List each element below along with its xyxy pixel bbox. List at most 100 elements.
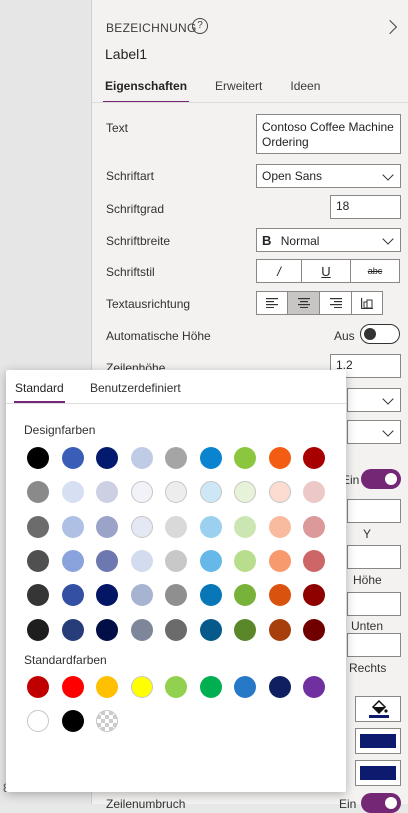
color-swatch[interactable] [268,549,291,572]
color-swatch[interactable] [96,481,118,504]
color-swatch[interactable] [61,549,84,572]
color-swatch[interactable] [303,676,325,698]
color-swatch[interactable] [199,618,222,641]
color-swatch[interactable] [165,481,187,504]
color-swatch[interactable] [165,618,187,641]
color-swatch[interactable] [303,618,325,641]
color-swatch[interactable] [268,584,291,607]
color-swatch[interactable] [61,481,84,504]
color-swatch[interactable] [96,710,118,732]
align-right-button[interactable] [319,291,352,315]
color-swatch[interactable] [165,447,187,469]
color-swatch[interactable] [268,447,291,469]
color-swatch[interactable] [27,481,49,504]
color-swatch[interactable] [234,447,256,469]
chevron-right-icon[interactable] [382,19,398,35]
italic-button[interactable]: / [256,259,302,283]
color-swatch[interactable] [234,481,256,504]
height-input[interactable] [347,545,401,569]
wrap-toggle[interactable] [361,793,401,813]
help-icon[interactable]: ? [192,18,208,34]
color-swatch[interactable] [130,618,153,641]
color-swatch[interactable] [130,515,153,538]
color-swatch[interactable] [268,676,291,698]
color-swatch[interactable] [96,549,118,572]
tab-ideen[interactable]: Ideen [288,79,322,101]
color-swatch-button-1[interactable] [355,728,401,754]
color-swatch[interactable] [96,515,118,538]
color-swatch[interactable] [61,618,84,641]
color-swatch[interactable] [303,584,325,607]
size-input[interactable]: 18 [330,195,401,219]
color-swatch[interactable] [130,676,153,698]
color-swatch[interactable] [303,447,325,469]
align-justify-button[interactable] [351,291,383,315]
color-swatch[interactable] [61,584,84,607]
color-swatch[interactable] [96,618,118,641]
tab-eigenschaften[interactable]: Eigenschaften [103,79,190,103]
color-swatch[interactable] [61,515,84,538]
color-swatch[interactable] [130,549,153,572]
fill-color-button[interactable] [355,696,401,722]
dropdown-hidden-1[interactable] [347,388,401,412]
y-input[interactable] [347,499,401,523]
align-left-button[interactable] [256,291,288,315]
color-swatch[interactable] [130,447,153,469]
right-input[interactable] [347,633,401,657]
color-swatch[interactable] [165,549,187,572]
color-swatch[interactable] [303,481,325,504]
color-swatch[interactable] [199,676,222,698]
align-center-button[interactable] [287,291,320,315]
color-swatch[interactable] [130,584,153,607]
color-tab-standard[interactable]: Standard [14,381,65,403]
font-dropdown[interactable]: Open Sans [256,164,401,188]
color-swatch[interactable] [303,515,325,538]
align-right-icon [329,298,342,308]
color-swatch[interactable] [234,584,256,607]
color-swatch[interactable] [61,447,84,469]
color-swatch[interactable] [165,676,187,698]
color-swatch[interactable] [165,515,187,538]
text-input[interactable]: Contoso Coffee Machine Ordering [256,114,401,154]
color-swatch[interactable] [130,481,153,504]
weight-dropdown[interactable]: B Normal [256,228,401,252]
visible-toggle[interactable] [361,469,401,489]
color-swatch[interactable] [199,447,222,469]
color-swatch[interactable] [303,549,325,572]
color-swatch[interactable] [199,515,222,538]
color-swatch[interactable] [165,584,187,607]
color-swatch[interactable] [61,676,84,698]
color-swatch[interactable] [27,618,49,641]
color-swatch[interactable] [27,676,49,698]
color-swatch[interactable] [268,515,291,538]
color-swatch[interactable] [61,710,84,732]
underline-button[interactable]: U [301,259,351,283]
dropdown-hidden-2[interactable] [347,420,401,444]
color-swatch[interactable] [27,584,49,607]
color-tab-custom[interactable]: Benutzerdefiniert [90,381,181,395]
color-swatch[interactable] [268,618,291,641]
color-swatch[interactable] [27,710,49,732]
color-swatch[interactable] [234,618,256,641]
strikethrough-button[interactable]: abc [350,259,400,283]
color-swatch[interactable] [268,481,291,504]
color-swatch[interactable] [234,676,256,698]
color-swatch[interactable] [96,676,118,698]
color-swatch[interactable] [234,549,256,572]
bottom-input[interactable] [347,592,401,616]
size-label: Schriftgrad [106,202,165,216]
color-swatch[interactable] [199,584,222,607]
color-swatch[interactable] [27,447,49,469]
tab-erweitert[interactable]: Erweitert [213,79,264,101]
color-swatch[interactable] [199,481,222,504]
color-swatch-button-2[interactable] [355,760,401,786]
autoheight-toggle[interactable] [360,324,400,344]
color-swatch[interactable] [199,549,222,572]
color-swatch[interactable] [27,515,49,538]
color-swatch[interactable] [234,515,256,538]
color-swatch[interactable] [96,447,118,469]
control-name[interactable]: Label1 [105,46,147,62]
color-swatch[interactable] [27,549,49,572]
chevron-down-icon [382,169,394,181]
color-swatch[interactable] [96,584,118,607]
